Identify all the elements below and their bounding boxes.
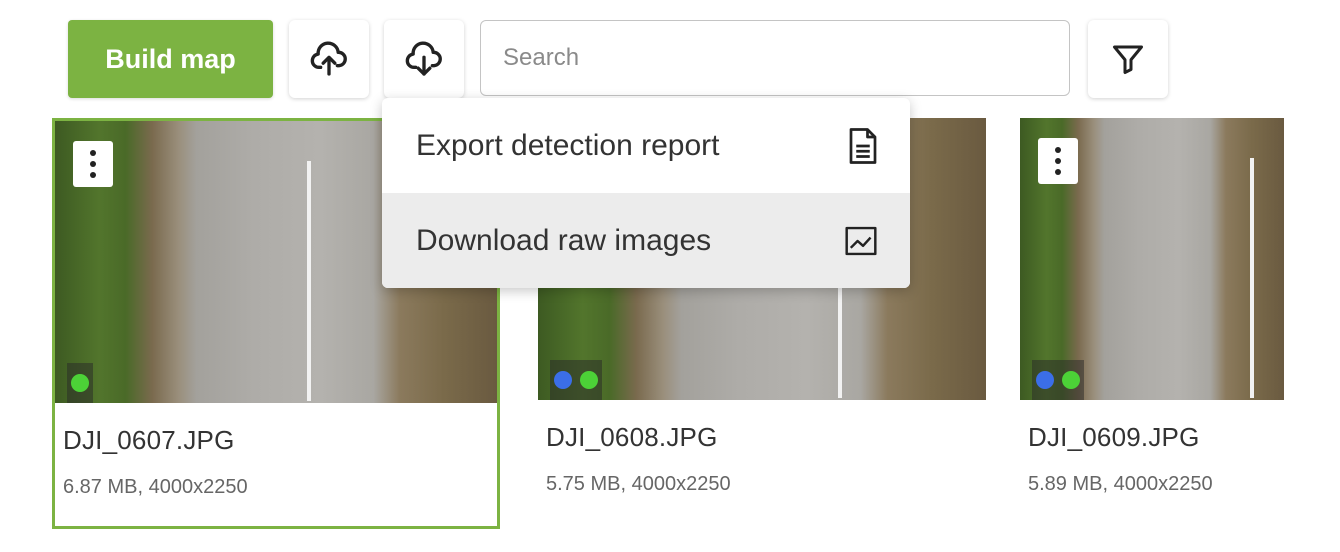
file-name: DJI_0607.JPG — [63, 425, 235, 455]
download-raw-images-item[interactable]: Download raw images — [382, 193, 910, 288]
status-dots — [550, 360, 602, 400]
file-meta: 6.87 MB, 4000x2250 — [63, 476, 248, 498]
road-marking — [307, 161, 311, 401]
filter-button[interactable] — [1088, 20, 1168, 98]
menu-item-label: Download raw images — [416, 223, 712, 257]
upload-button[interactable] — [289, 20, 369, 98]
image-icon — [845, 226, 877, 255]
more-options-icon[interactable] — [73, 141, 113, 187]
status-dots — [67, 363, 93, 403]
file-meta: 5.75 MB, 4000x2250 — [546, 473, 731, 495]
file-name: DJI_0608.JPG — [546, 422, 718, 452]
toolbar: Build map — [0, 20, 1340, 100]
status-dot-green — [71, 374, 89, 392]
status-dot-blue — [1036, 371, 1054, 389]
image-thumbnail[interactable] — [1020, 118, 1284, 400]
cloud-upload-icon — [310, 41, 347, 76]
status-dots — [1032, 360, 1084, 400]
file-name: DJI_0609.JPG — [1028, 422, 1200, 452]
download-button[interactable] — [384, 20, 464, 98]
file-meta: 5.89 MB, 4000x2250 — [1028, 473, 1213, 495]
build-map-button[interactable]: Build map — [68, 20, 273, 98]
download-menu: Export detection report Download raw ima… — [382, 98, 910, 288]
cloud-download-icon — [405, 41, 442, 76]
status-dot-green — [580, 371, 598, 389]
status-dot-blue — [554, 371, 572, 389]
image-card[interactable]: DJI_0609.JPG 5.89 MB, 4000x2250 — [1020, 118, 1284, 496]
filter-icon — [1113, 45, 1143, 74]
menu-item-label: Export detection report — [416, 128, 720, 162]
road-marking — [1250, 158, 1254, 398]
search-input[interactable] — [480, 20, 1070, 96]
document-icon — [849, 127, 877, 164]
export-detection-report-item[interactable]: Export detection report — [382, 98, 910, 193]
more-options-icon[interactable] — [1038, 138, 1078, 184]
status-dot-green — [1062, 371, 1080, 389]
